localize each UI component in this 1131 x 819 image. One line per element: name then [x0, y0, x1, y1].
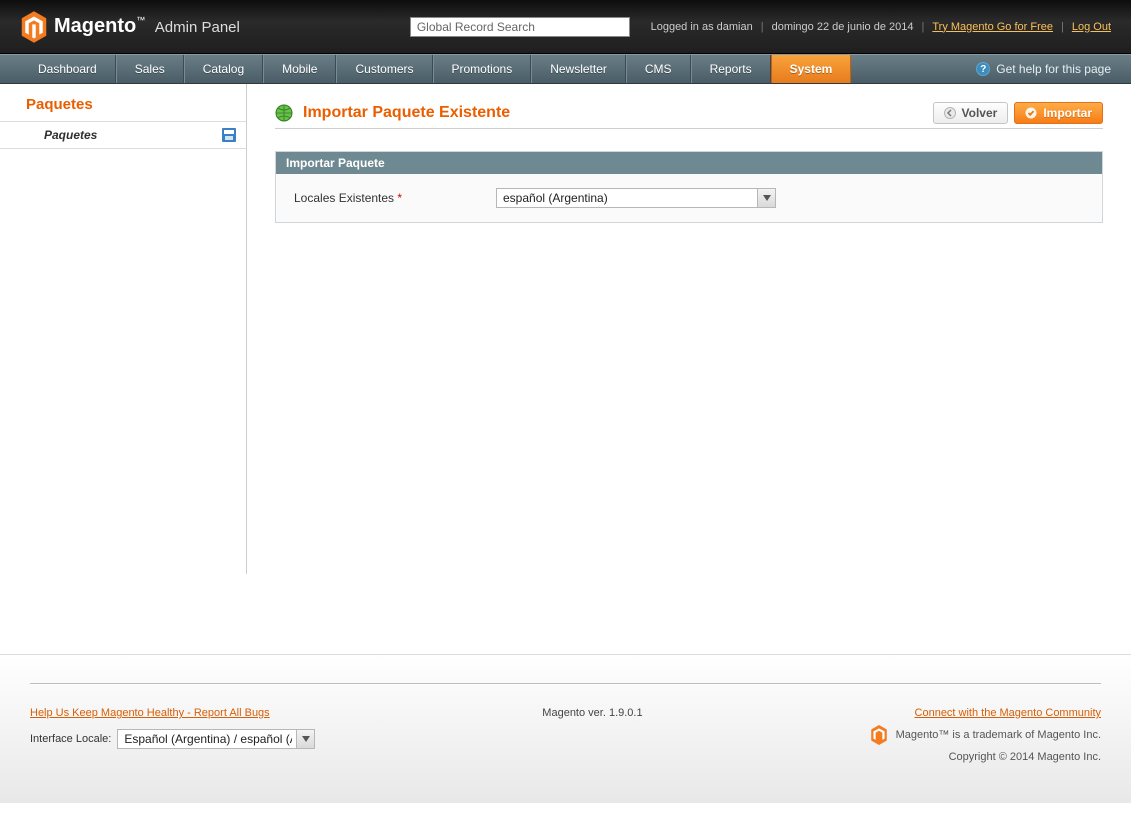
import-button-label: Importar — [1043, 106, 1092, 120]
globe-icon — [275, 104, 293, 122]
page-header: Importar Paquete Existente Volver Import… — [275, 102, 1103, 129]
sidebar-item-label: Paquetes — [44, 128, 97, 142]
help-icon: ? — [976, 62, 990, 76]
help-label: Get help for this page — [996, 62, 1111, 76]
check-icon — [1025, 107, 1037, 119]
global-search-input[interactable] — [410, 17, 630, 37]
logo[interactable]: Magento™ Admin Panel — [20, 11, 240, 43]
import-button[interactable]: Importar — [1014, 102, 1103, 124]
magento-logo-icon — [20, 11, 48, 43]
nav-system[interactable]: System — [771, 55, 852, 83]
header-date: domingo 22 de junio de 2014 — [772, 21, 914, 33]
locales-row: Locales Existentes * — [294, 188, 1084, 208]
locales-label: Locales Existentes * — [294, 191, 484, 205]
nav-customers[interactable]: Customers — [336, 55, 432, 83]
report-bugs-link[interactable]: Help Us Keep Magento Healthy - Report Al… — [30, 707, 270, 719]
panel-title: Importar Paquete — [276, 152, 1102, 174]
interface-locale-label: Interface Locale: — [30, 733, 111, 745]
copyright-text: Copyright © 2014 Magento Inc. — [949, 751, 1101, 763]
version-text: Magento ver. 1.9.0.1 — [315, 707, 869, 719]
header-bar: Magento™ Admin Panel Logged in as damian… — [0, 0, 1131, 54]
interface-locale-select[interactable] — [117, 729, 315, 749]
magento-logo-icon — [870, 725, 888, 745]
logged-in-text: Logged in as damian — [651, 21, 753, 33]
header-info: Logged in as damian | domingo 22 de juni… — [651, 21, 1111, 33]
nav-cms[interactable]: CMS — [626, 55, 691, 83]
nav-mobile[interactable]: Mobile — [263, 55, 336, 83]
trademark-text: Magento™ is a trademark of Magento Inc. — [896, 729, 1101, 741]
global-search — [410, 17, 630, 37]
back-arrow-icon — [944, 107, 956, 119]
nav-sales[interactable]: Sales — [116, 55, 184, 83]
sidebar: Paquetes Paquetes — [0, 84, 247, 574]
help-link[interactable]: ? Get help for this page — [976, 55, 1111, 83]
nav-catalog[interactable]: Catalog — [184, 55, 263, 83]
save-icon — [222, 128, 236, 142]
main-content: Importar Paquete Existente Volver Import… — [247, 84, 1131, 574]
sidebar-title: Paquetes — [0, 96, 246, 121]
nav-promotions[interactable]: Promotions — [433, 55, 532, 83]
footer: Help Us Keep Magento Healthy - Report Al… — [0, 654, 1131, 803]
nav-newsletter[interactable]: Newsletter — [531, 55, 626, 83]
community-link[interactable]: Connect with the Magento Community — [915, 707, 1101, 719]
try-magento-link[interactable]: Try Magento Go for Free — [932, 21, 1053, 33]
import-panel: Importar Paquete Locales Existentes * — [275, 151, 1103, 223]
main-nav: Dashboard Sales Catalog Mobile Customers… — [0, 54, 1131, 84]
back-button-label: Volver — [962, 106, 998, 120]
page-title: Importar Paquete Existente — [275, 104, 510, 122]
logout-link[interactable]: Log Out — [1072, 21, 1111, 33]
sidebar-item-paquetes[interactable]: Paquetes — [0, 121, 246, 149]
back-button[interactable]: Volver — [933, 102, 1009, 124]
brand-name: Magento™ Admin Panel — [54, 15, 240, 38]
nav-dashboard[interactable]: Dashboard — [20, 55, 116, 83]
locales-select[interactable] — [496, 188, 776, 208]
locales-select-wrap — [496, 188, 776, 208]
nav-reports[interactable]: Reports — [691, 55, 771, 83]
